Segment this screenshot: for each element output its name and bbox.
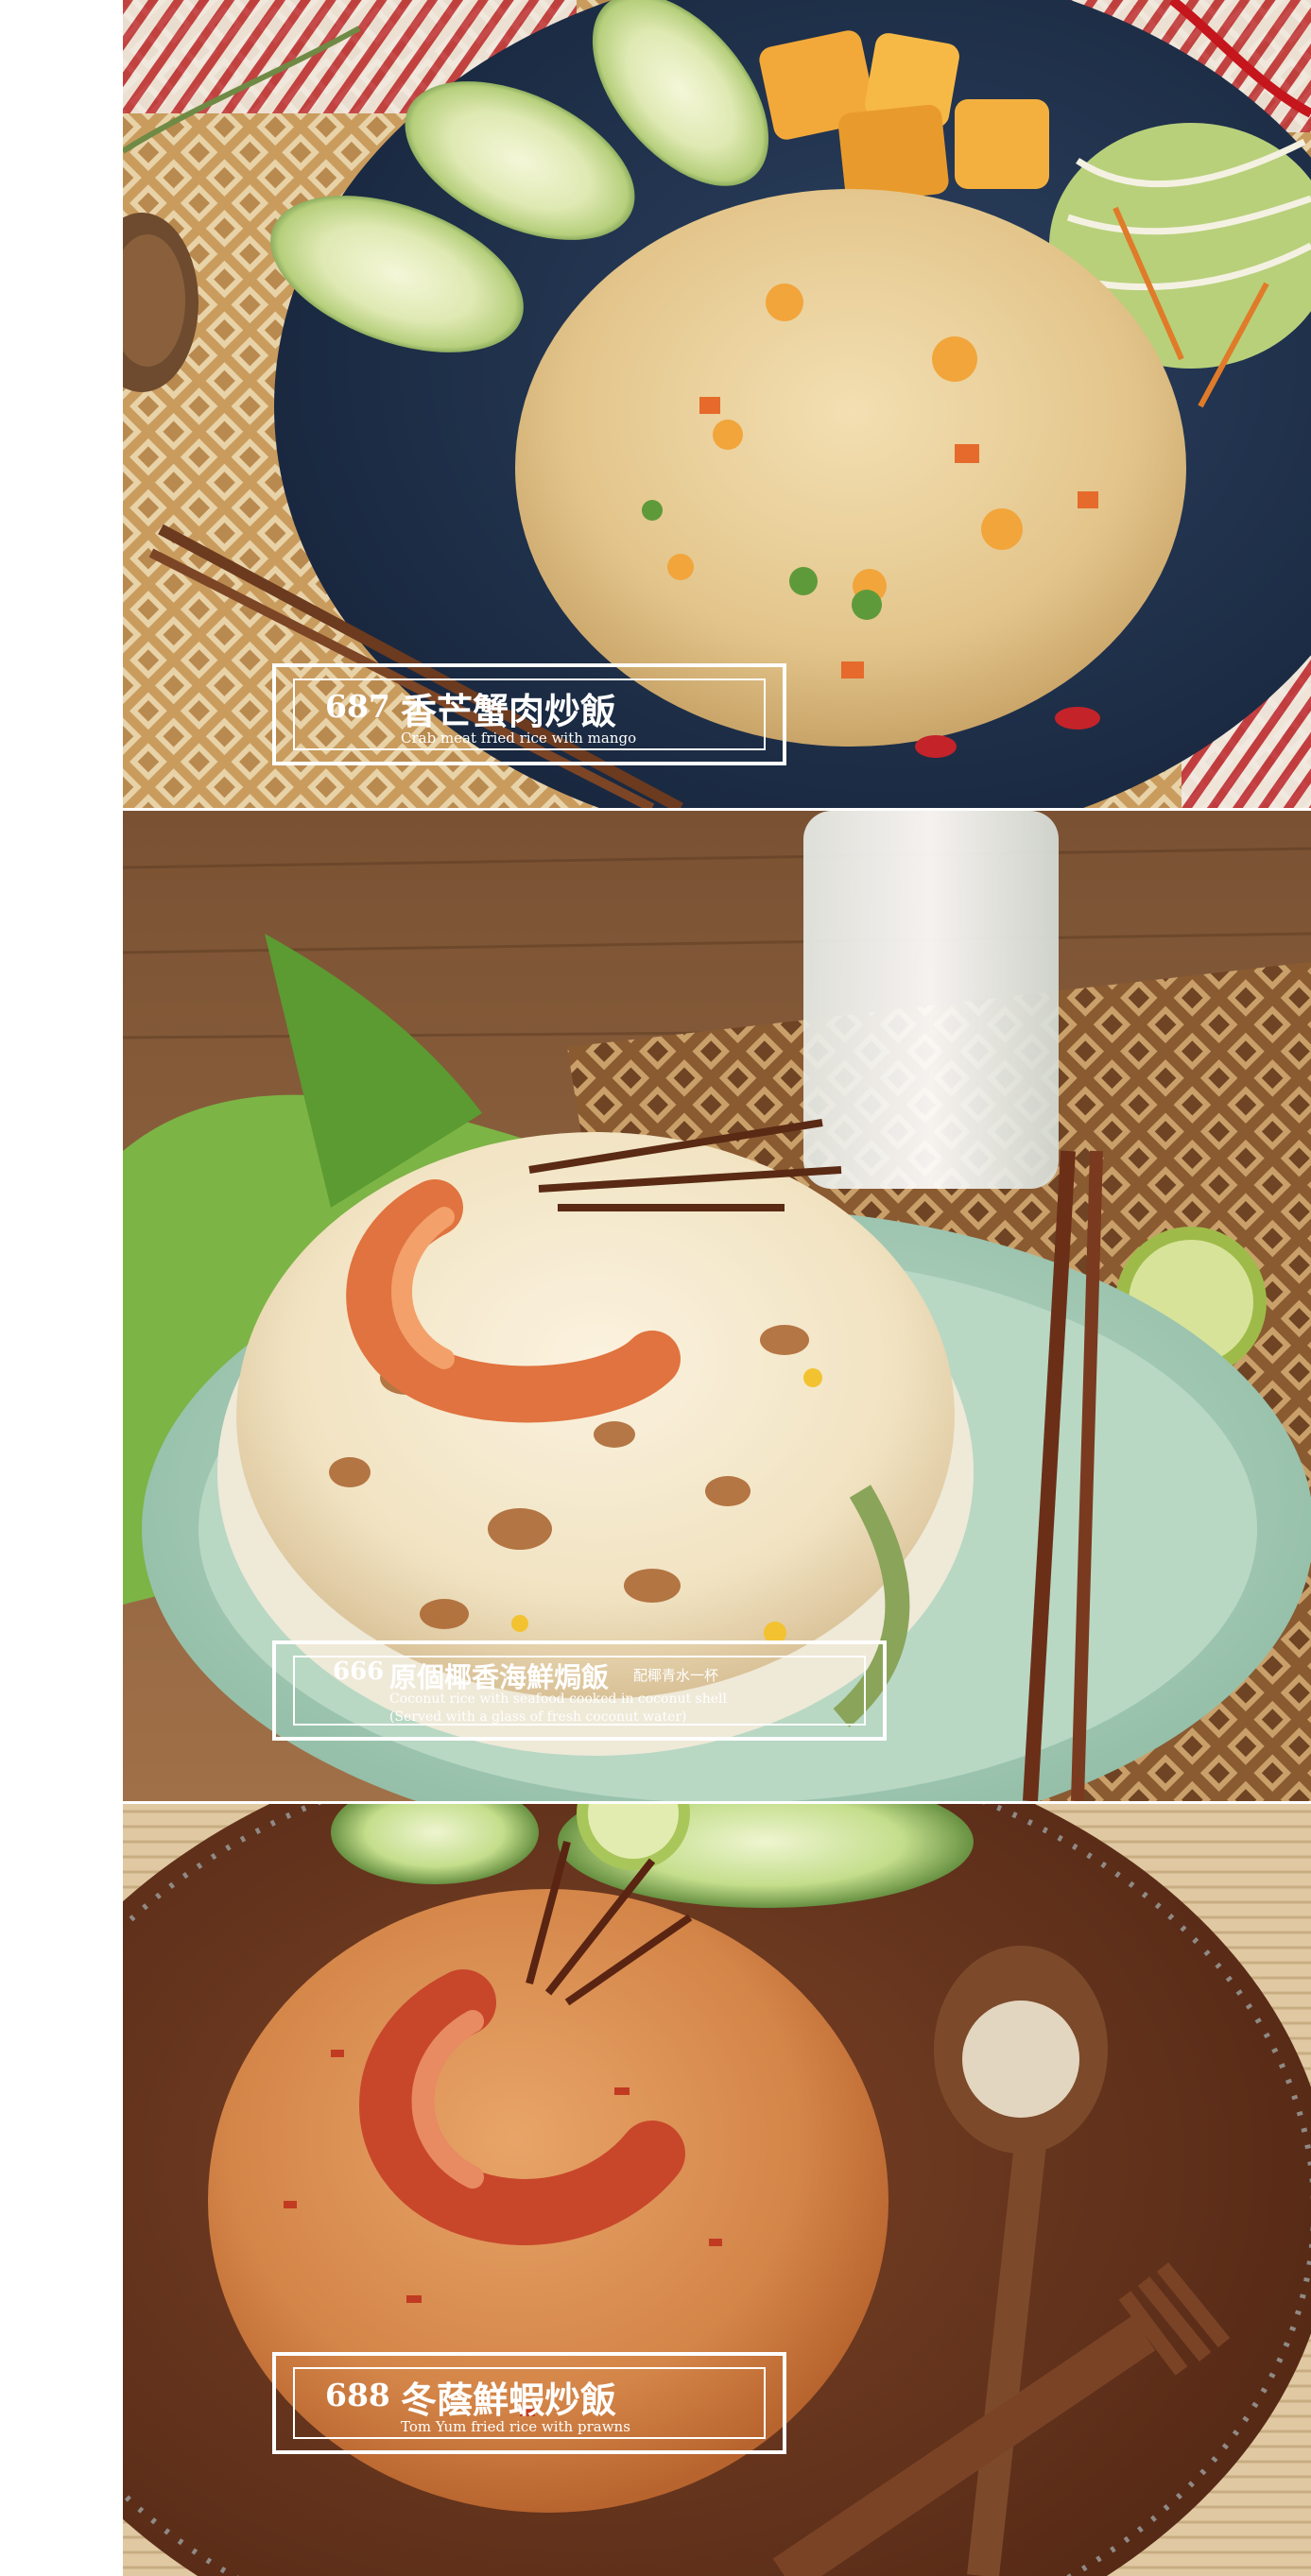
dish-name-en: Crab meat fried rice with mango: [401, 730, 637, 747]
dish-code: 666: [333, 1657, 385, 1686]
dish-note-zh: 配椰青水一杯: [633, 1667, 719, 1684]
menu-item-687: 687 香芒蟹肉炒飯 Crab meat fried rice with man…: [123, 0, 1311, 808]
dish-name-zh: 原個椰香海鮮焗飯: [389, 1661, 610, 1693]
menu-item-666: 666 原個椰香海鮮焗飯 配椰青水一杯 Coconut rice with se…: [123, 811, 1311, 1801]
left-margin: [0, 0, 123, 2576]
dish-label-688: 688 冬蔭鮮蝦炒飯 Tom Yum fried rice with prawn…: [272, 2352, 786, 2454]
dish-name-en: Coconut rice with seafood cooked in coco…: [389, 1692, 727, 1707]
dish-label-666: 666 原個椰香海鮮焗飯 配椰青水一杯 Coconut rice with se…: [272, 1640, 887, 1741]
dish-code: 688: [325, 2377, 390, 2413]
tom-yum-prawn-fried-rice-photo: [123, 1804, 1311, 2576]
dish-name-en-note: (Served with a glass of fresh coconut wa…: [389, 1709, 687, 1725]
dish-label-687: 687 香芒蟹肉炒飯 Crab meat fried rice with man…: [272, 663, 786, 765]
menu-item-688: 688 冬蔭鮮蝦炒飯 Tom Yum fried rice with prawn…: [123, 1804, 1311, 2576]
dish-code: 687: [325, 688, 390, 725]
menu-page: 687 香芒蟹肉炒飯 Crab meat fried rice with man…: [0, 0, 1311, 2576]
dish-name-en: Tom Yum fried rice with prawns: [401, 2418, 630, 2435]
dish-name-zh: 香芒蟹肉炒飯: [401, 690, 617, 732]
dish-name-zh: 冬蔭鮮蝦炒飯: [401, 2379, 617, 2421]
